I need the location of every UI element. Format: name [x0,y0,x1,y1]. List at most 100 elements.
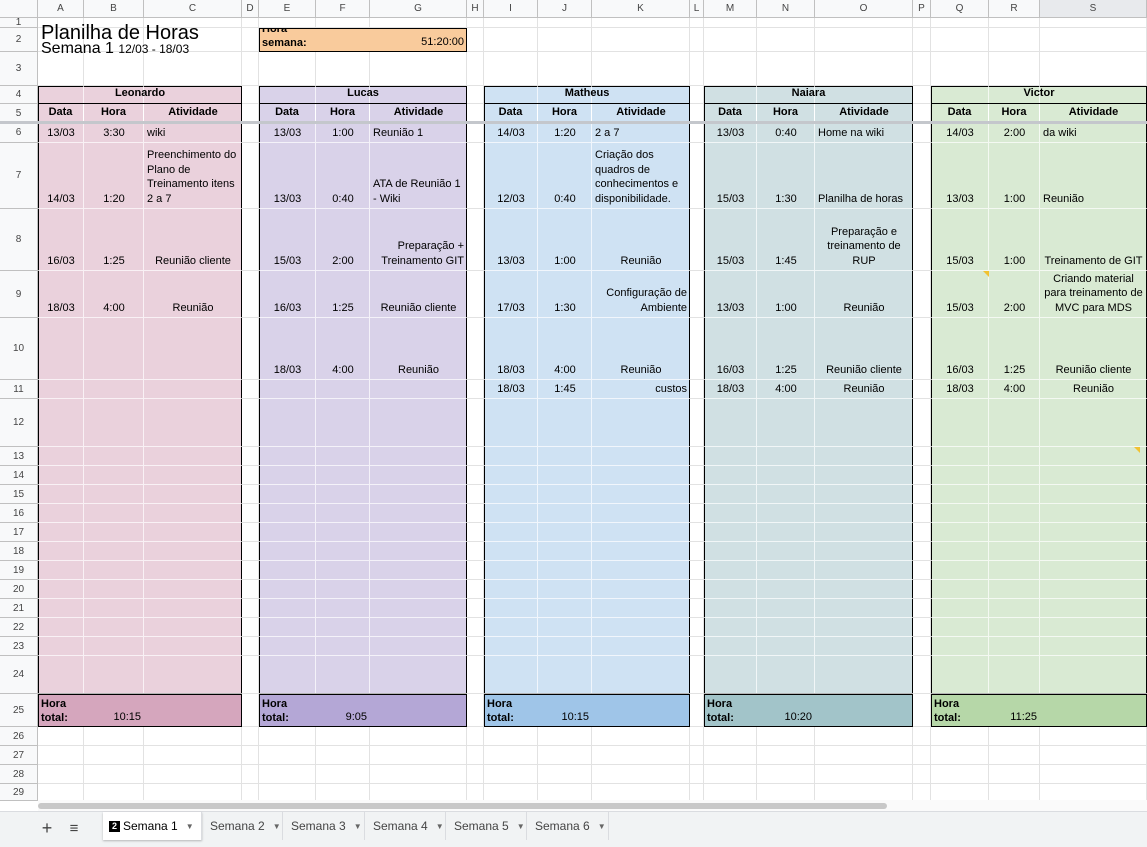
block-cell[interactable] [84,542,144,561]
block-cell[interactable] [1040,637,1147,656]
column-header-letter[interactable]: G [370,0,467,18]
grid-cell[interactable] [690,209,704,271]
activity-cell[interactable]: Reunião [370,318,467,380]
block-cell[interactable] [931,466,989,485]
grid-cell[interactable] [467,399,484,447]
hour-cell[interactable]: 1:30 [757,143,815,209]
column-header-letter[interactable]: O [815,0,913,18]
grid-cell[interactable] [913,485,931,504]
grid-cell[interactable] [913,599,931,618]
activity-cell[interactable]: Reunião [815,380,913,399]
grid-cell[interactable] [1040,784,1147,801]
block-cell[interactable] [592,485,690,504]
grid-cell[interactable] [815,18,913,28]
row-header-number[interactable]: 17 [0,523,38,542]
block-cell[interactable] [484,399,538,447]
grid-cell[interactable] [467,123,484,143]
grid-cell[interactable] [84,746,144,765]
grid-cell[interactable] [931,765,989,784]
grid-cell[interactable] [259,52,316,86]
block-cell[interactable] [989,447,1040,466]
chevron-down-icon[interactable]: ▼ [354,822,362,831]
block-cell[interactable] [370,466,467,485]
grid-cell[interactable] [242,209,259,271]
block-cell[interactable] [484,618,538,637]
grid-cell[interactable] [242,380,259,399]
block-cell[interactable] [815,618,913,637]
block-cell[interactable] [757,485,815,504]
date-cell[interactable]: 18/03 [484,318,538,380]
grid-cell[interactable] [242,765,259,784]
grid-cell[interactable] [484,765,538,784]
grid-cell[interactable] [690,504,704,523]
grid-cell[interactable] [370,52,467,86]
hour-cell[interactable]: 1:45 [757,209,815,271]
grid-cell[interactable] [690,637,704,656]
grid-cell[interactable] [242,86,259,104]
block-cell[interactable] [316,399,370,447]
grid-cell[interactable] [913,618,931,637]
block-cell[interactable] [484,637,538,656]
block-cell[interactable] [144,504,242,523]
column-header-letter[interactable]: C [144,0,242,18]
chevron-down-icon[interactable]: ▼ [598,822,606,831]
block-cell[interactable] [538,504,592,523]
date-cell[interactable]: 13/03 [259,123,316,143]
block-cell[interactable] [259,580,316,599]
block-cell[interactable] [84,447,144,466]
grid-cell[interactable] [242,123,259,143]
block-cell[interactable] [592,466,690,485]
block-cell[interactable] [144,447,242,466]
row-header-number[interactable]: 20 [0,580,38,599]
grid-cell[interactable] [1040,765,1147,784]
block-cell[interactable] [989,399,1040,447]
horizontal-scrollbar[interactable] [38,803,887,809]
block-cell[interactable] [84,318,144,380]
block-cell[interactable] [1040,656,1147,694]
block-cell[interactable] [370,580,467,599]
block-cell[interactable] [1040,599,1147,618]
activity-cell[interactable]: Preparação + Treinamento GIT [370,209,467,271]
column-header-letter[interactable]: A [38,0,84,18]
activity-cell[interactable]: Criando material para treinamento de MVC… [1040,271,1147,318]
row-header-number[interactable]: 13 [0,447,38,466]
block-cell[interactable] [84,504,144,523]
block-cell[interactable] [704,580,757,599]
hour-cell[interactable]: 2:00 [316,209,370,271]
block-cell[interactable] [1040,523,1147,542]
block-cell[interactable] [144,580,242,599]
grid-cell[interactable] [316,765,370,784]
add-sheet-button[interactable]: + [38,818,56,838]
grid-cell[interactable] [913,209,931,271]
grid-cell[interactable] [242,727,259,746]
week-total-value[interactable]: 51:20:00 [316,28,467,52]
grid-cell[interactable] [467,18,484,28]
grid-cell[interactable] [467,580,484,599]
block-cell[interactable] [1040,618,1147,637]
column-header-letter[interactable]: Q [931,0,989,18]
grid-cell[interactable] [84,765,144,784]
hour-cell[interactable]: 1:45 [538,380,592,399]
grid-cell[interactable] [242,447,259,466]
block-cell[interactable] [484,485,538,504]
column-header-letter[interactable]: K [592,0,690,18]
block-cell[interactable] [704,618,757,637]
column-header-letter[interactable]: R [989,0,1040,18]
block-cell[interactable] [815,561,913,580]
block-cell[interactable] [316,466,370,485]
block-cell[interactable] [84,637,144,656]
block-cell[interactable] [484,542,538,561]
grid-cell[interactable] [467,746,484,765]
block-cell[interactable] [144,599,242,618]
grid-cell[interactable] [242,561,259,580]
grid-cell[interactable] [913,637,931,656]
row-header-number[interactable]: 18 [0,542,38,561]
block-cell[interactable] [815,447,913,466]
date-cell[interactable]: 16/03 [931,318,989,380]
grid-cell[interactable] [690,580,704,599]
column-header-letter[interactable]: D [242,0,259,18]
block-cell[interactable] [84,485,144,504]
block-cell[interactable] [989,637,1040,656]
grid-cell[interactable] [484,28,538,52]
row-header-number[interactable]: 2 [0,28,38,52]
